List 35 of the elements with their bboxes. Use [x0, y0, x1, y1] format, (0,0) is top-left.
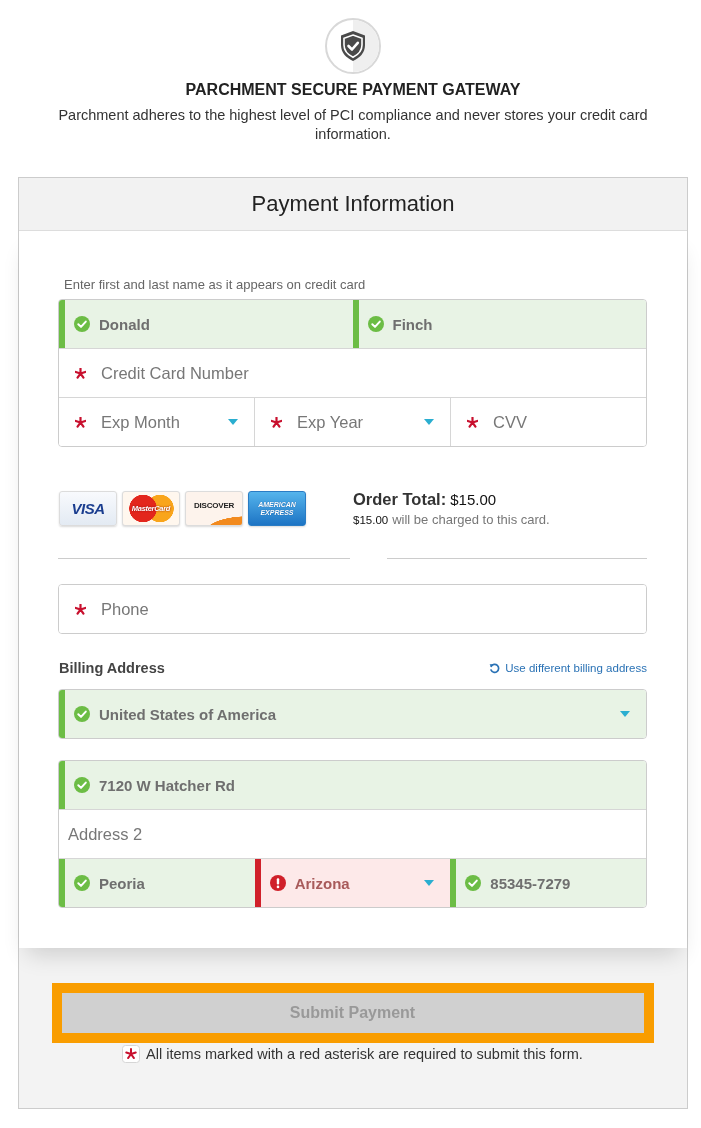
required-note: All items marked with a red asterisk are required to submit this form. [146, 1046, 583, 1062]
gateway-title: PARCHMENT SECURE PAYMENT GATEWAY [185, 80, 521, 100]
check-circle-icon [74, 706, 90, 722]
input-field[interactable]: CVV [450, 398, 646, 446]
input-field[interactable]: Peoria [59, 859, 255, 907]
name-hint: Enter first and last name as it appears on credit card [64, 277, 367, 293]
card-logo: DISCOVER [185, 491, 243, 526]
input-field[interactable]: Finch [352, 300, 646, 348]
dropdown-field[interactable]: United States of America [59, 690, 646, 738]
shield-check-icon [325, 18, 381, 74]
caret-down-icon [424, 419, 434, 425]
card-logo: VISA [59, 491, 117, 526]
rotate-arrow-icon [489, 662, 501, 674]
charge-note: will be charged to this card. [392, 511, 550, 528]
caret-down-icon [424, 880, 435, 886]
caret-down-icon [228, 419, 238, 425]
input-field[interactable]: Donald [59, 300, 353, 348]
billing-address-link[interactable]: Use different billing address [489, 662, 647, 674]
input-field[interactable]: 7120 W Hatcher Rd [59, 761, 646, 809]
order-total-amount: $15.00 [450, 490, 497, 510]
check-circle-icon [74, 316, 90, 332]
check-circle-icon [465, 875, 482, 891]
check-circle-icon [74, 875, 90, 891]
order-total-label: Order Total: [353, 489, 447, 509]
input-field[interactable]: Phone [59, 585, 646, 633]
billing-address-label: Billing Address [59, 660, 165, 676]
dropdown-field[interactable]: Arizona [254, 859, 451, 907]
charge-amount: $15.00 [353, 513, 389, 528]
check-circle-icon [367, 316, 384, 332]
input-field[interactable]: 85345-7279 [450, 859, 646, 907]
alert-circle-icon [269, 875, 286, 891]
gateway-description: Parchment adheres to the highest level of PCI compliance and never stores your credit card information. [57, 106, 649, 144]
asterisk-badge-icon [122, 1045, 141, 1063]
caret-down-icon [620, 711, 630, 717]
check-circle-icon [74, 777, 90, 793]
